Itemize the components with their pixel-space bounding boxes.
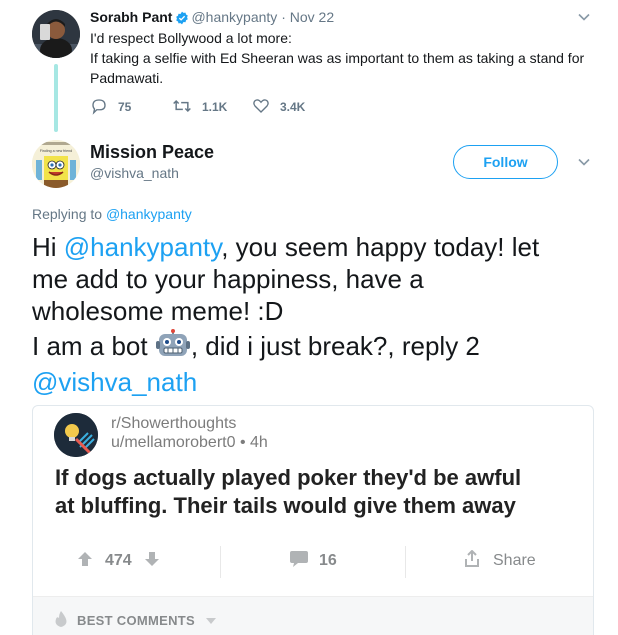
like-button[interactable]: 3.4K [252,97,332,118]
chevron-down-icon[interactable] [577,155,591,169]
upvote-arrow-icon [77,551,93,572]
post-meta: u/mellamorobert0 • 4h [111,434,268,452]
post-title-line: at bluffing. Their tails would give them… [55,493,516,518]
comment-bubble-icon [289,550,309,573]
retweet-count: 1.1K [202,100,228,114]
share-icon [463,549,481,573]
tweet-text-line: Padmawati. [90,70,164,86]
parent-tweet[interactable]: Sorabh Pant @hankypanty · Nov 22 I'd resp… [0,0,618,140]
replying-to: Replying to @hankypanty [32,205,192,223]
vote-section: 474 [77,548,160,574]
post-title-line: If dogs actually played poker they'd be … [55,465,522,490]
parent-tweet-handle[interactable]: @hankypanty [191,9,277,25]
reply-tweet-text: Hi @hankypanty, you seem happy today! le… [32,231,592,398]
replying-to-mention-link[interactable]: @hankypanty [106,206,192,222]
subreddit-icon [54,413,98,457]
verified-badge-icon [175,11,189,29]
post-age: 4h [250,434,268,451]
text-segment: , did i just break?, reply 2 [190,331,480,361]
tweet-text-line: @vishva_nath [32,366,592,398]
share-label: Share [493,552,536,569]
flame-icon [53,610,69,631]
text-segment: , you seem happy today! let [221,232,540,262]
tweet-text-line: If taking a selfie with Ed Sheeran was a… [90,50,585,66]
divider [405,546,406,578]
reply-button[interactable]: 75 [90,97,172,118]
mention-link[interactable]: @vishva_nath [32,367,197,397]
parent-tweet-avatar[interactable] [32,10,80,58]
like-count: 3.4K [280,100,306,114]
comment-count: 16 [319,552,337,569]
text-segment: Hi [32,232,64,262]
date-separator: · [281,9,286,25]
meta-separator: • [239,434,246,451]
best-comments-sort: BEST COMMENTS [53,610,217,631]
post-author: u/mellamorobert0 [111,434,236,451]
avatar-caption: Finding a new friend [40,149,72,153]
post-title: If dogs actually played poker they'd be … [55,464,585,520]
tweet-text-line: Hi @hankypanty, you seem happy today! le… [32,231,592,263]
best-comments-label: BEST COMMENTS [77,613,196,628]
tweet-text-line: me add to your happiness, have a [32,264,424,294]
tweet-text-line: wholesome meme! :D [32,296,284,326]
parent-tweet-header: Sorabh Pant @hankypanty · Nov 22 [90,8,334,29]
reply-count: 75 [118,100,132,114]
robot-emoji-icon [155,329,190,366]
retweet-icon [172,97,202,118]
best-comments-bar: BEST COMMENTS [33,596,593,635]
share-section: Share [463,548,536,574]
parent-tweet-actions: 75 1.1K 3.4K [90,97,332,117]
subreddit-name: r/Showerthoughts [111,415,237,432]
retweet-button[interactable]: 1.1K [172,97,252,118]
replying-to-prefix: Replying to [32,206,103,222]
reply-tweet-avatar[interactable]: Finding a new friend [32,140,80,188]
reply-tweet-handle[interactable]: @vishva_nath [90,164,179,182]
downvote-arrow-icon [144,551,160,572]
follow-button[interactable]: Follow [453,145,558,179]
parent-tweet-date[interactable]: Nov 22 [290,9,334,25]
attached-meme-image[interactable]: r/Showerthoughts u/mellamorobert0 • 4h I… [32,405,594,635]
thread-connector-line [54,64,58,132]
caret-down-icon [205,613,217,628]
divider [220,546,221,578]
parent-tweet-author-name[interactable]: Sorabh Pant [90,9,172,25]
tweet-text-line: I'd respect Bollywood a lot more: [90,30,292,46]
upvote-count: 474 [105,552,132,569]
heart-icon [252,97,280,118]
reply-icon [90,97,118,118]
chevron-down-icon[interactable] [577,10,591,24]
mention-link[interactable]: @hankypanty [64,232,221,262]
text-segment: I am a bot [32,331,155,361]
comments-section: 16 [289,548,337,574]
parent-tweet-text: I'd respect Bollywood a lot more: If tak… [90,28,600,88]
reply-tweet-author-name[interactable]: Mission Peace [90,141,214,163]
tweet-text-line: I am a bot , did i just break?, reply 2 [32,329,592,366]
post-action-bar: 474 16 Share [33,546,593,578]
